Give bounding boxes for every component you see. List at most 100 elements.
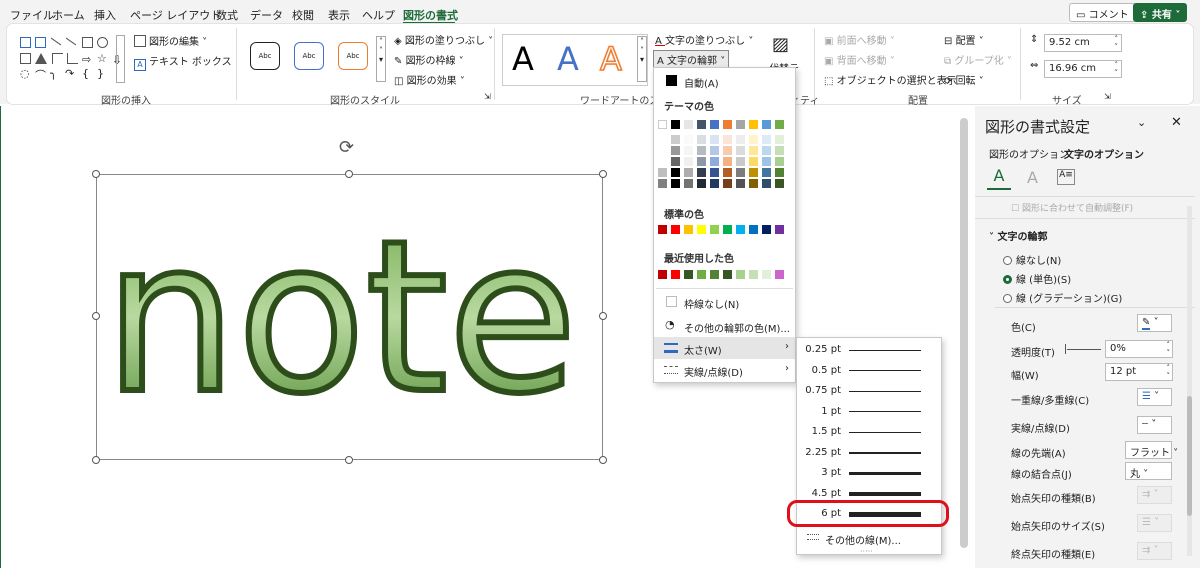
tab-shape-format[interactable]: 図形の書式 — [403, 7, 458, 23]
recent-color-swatch[interactable] — [684, 270, 693, 279]
tab-review[interactable]: 校閲 — [292, 7, 314, 23]
theme-color-swatch[interactable] — [658, 135, 667, 144]
text-fill-outline-icon[interactable]: A — [987, 166, 1011, 190]
theme-color-swatch[interactable] — [671, 168, 680, 177]
send-backward-button[interactable]: ▣ 背面へ移動 ˅ — [824, 52, 895, 67]
theme-color-swatch[interactable] — [736, 168, 745, 177]
shapes-more-button[interactable] — [116, 35, 125, 83]
line-shape-icon[interactable] — [50, 37, 62, 46]
begin-arrow-type-button[interactable]: ⇉ ˅ — [1137, 486, 1172, 504]
theme-color-swatch[interactable] — [762, 146, 771, 155]
star-shape-icon[interactable]: ☆ — [97, 52, 107, 65]
theme-color-swatch[interactable] — [775, 120, 784, 129]
shape-effects-button[interactable]: ◫ 図形の効果 ˅ — [394, 72, 465, 87]
recent-color-swatch[interactable] — [775, 270, 784, 279]
radio-no-line[interactable]: 線なし(N) — [1003, 252, 1061, 267]
rectangle-shape-icon[interactable] — [82, 37, 93, 48]
theme-color-swatch[interactable] — [710, 168, 719, 177]
theme-color-swatch[interactable] — [710, 157, 719, 166]
recent-color-swatch[interactable] — [749, 270, 758, 279]
brace-shape-icon[interactable]: { — [82, 67, 89, 80]
radio-solid-line[interactable]: 線 (単色)(S) — [1003, 271, 1071, 286]
recent-color-swatch[interactable] — [723, 270, 732, 279]
standard-color-swatch[interactable] — [684, 225, 693, 234]
wordart-style-2[interactable]: A — [557, 40, 579, 78]
theme-color-swatch[interactable] — [762, 157, 771, 166]
resize-handle[interactable] — [599, 456, 607, 464]
right-arrow-shape-icon[interactable]: ⇨ — [82, 53, 91, 66]
tab-shape-options[interactable]: 図形のオプション — [989, 146, 1069, 161]
dialog-launcher-icon[interactable]: ⇲ — [484, 92, 491, 101]
theme-color-swatch[interactable] — [736, 120, 745, 129]
resize-handle[interactable] — [92, 312, 100, 320]
triangle-shape-icon[interactable] — [35, 53, 47, 64]
theme-color-swatch[interactable] — [697, 157, 706, 166]
theme-color-swatch[interactable] — [697, 168, 706, 177]
cap-select[interactable]: フラット ˅ — [1125, 441, 1178, 459]
weight-option[interactable]: 2.25 pt — [797, 443, 941, 463]
tab-data[interactable]: データ — [250, 7, 283, 23]
text-effects-icon[interactable]: A — [1027, 168, 1038, 187]
tab-file[interactable]: ファイル — [10, 7, 54, 23]
theme-color-swatch[interactable] — [749, 135, 758, 144]
theme-color-swatch[interactable] — [697, 120, 706, 129]
recent-color-swatch[interactable] — [762, 270, 771, 279]
shapes-gallery[interactable]: ⇨ ☆ ◌ ⌒ ╮ ↷ { } ⇩ — [20, 35, 125, 83]
width-field[interactable]: 16.96 cm ˄ ˅ — [1044, 60, 1122, 78]
share-button[interactable]: ⇪ 共有 ˅ — [1133, 3, 1188, 22]
weight-option[interactable]: 3 pt — [797, 463, 941, 483]
theme-color-swatch[interactable] — [658, 168, 667, 177]
shape-styles-more-button[interactable]: ˄ ˅ ▾ — [376, 36, 386, 82]
compound-type-button[interactable]: ☰ ˅ — [1137, 388, 1172, 406]
spinner-icon[interactable]: ˄ ˅ — [1115, 35, 1119, 51]
theme-color-swatch[interactable] — [736, 179, 745, 188]
recent-color-swatch[interactable] — [658, 270, 667, 279]
recent-color-swatch[interactable] — [697, 270, 706, 279]
shape-style-3[interactable]: Abc — [338, 42, 368, 70]
theme-color-swatch[interactable] — [671, 120, 680, 129]
resize-handle[interactable] — [345, 170, 353, 178]
theme-color-swatch[interactable] — [658, 120, 667, 129]
resize-handle[interactable] — [345, 456, 353, 464]
pane-scrollbar-thumb[interactable] — [1187, 396, 1192, 516]
theme-color-swatch[interactable] — [736, 135, 745, 144]
theme-color-swatch[interactable] — [723, 168, 732, 177]
tab-text-options[interactable]: 文字のオプション — [1064, 146, 1144, 161]
comment-button[interactable]: ▭ コメント — [1069, 3, 1136, 22]
vertical-textbox-shape-icon[interactable] — [35, 37, 46, 48]
recent-color-swatch[interactable] — [736, 270, 745, 279]
theme-color-swatch[interactable] — [697, 146, 706, 155]
wordart-style-3[interactable]: A — [599, 39, 622, 79]
theme-color-swatch[interactable] — [723, 179, 732, 188]
standard-color-swatch[interactable] — [671, 225, 680, 234]
standard-color-swatch[interactable] — [736, 225, 745, 234]
theme-color-swatch[interactable] — [762, 179, 771, 188]
weight-option[interactable]: 1.5 pt — [797, 422, 941, 442]
align-button[interactable]: ⊟ 配置 ˅ — [944, 32, 984, 47]
arrow-line-shape-icon[interactable] — [65, 37, 77, 46]
text-fill-button[interactable]: A 文字の塗りつぶし ˅ — [655, 32, 753, 47]
resize-handle[interactable] — [599, 170, 607, 178]
theme-color-swatch[interactable] — [775, 168, 784, 177]
tab-help[interactable]: ヘルプ — [362, 7, 395, 23]
wordart-style-1[interactable]: A — [512, 40, 534, 78]
standard-color-swatch[interactable] — [723, 225, 732, 234]
standard-color-swatch[interactable] — [710, 225, 719, 234]
theme-color-swatch[interactable] — [658, 179, 667, 188]
edit-shape-button[interactable]: 図形の編集 ˅ — [134, 33, 207, 48]
theme-color-swatch[interactable] — [684, 179, 693, 188]
theme-color-swatch[interactable] — [723, 146, 732, 155]
curved-arrow-shape-icon[interactable]: ↷ — [65, 67, 74, 80]
resize-handle[interactable] — [92, 170, 100, 178]
theme-color-swatch[interactable] — [684, 135, 693, 144]
standard-color-swatch[interactable] — [762, 225, 771, 234]
theme-color-swatch[interactable] — [671, 146, 680, 155]
theme-color-swatch[interactable] — [684, 157, 693, 166]
weight-option[interactable]: 0.5 pt — [797, 361, 941, 381]
theme-color-swatch[interactable] — [749, 120, 758, 129]
theme-color-swatch[interactable] — [710, 120, 719, 129]
transparency-slider[interactable] — [1067, 349, 1101, 350]
standard-color-swatch[interactable] — [697, 225, 706, 234]
transparency-field[interactable]: 0% ˄ ˅ — [1105, 340, 1173, 358]
alt-text-icon[interactable]: ▨ — [772, 34, 789, 55]
